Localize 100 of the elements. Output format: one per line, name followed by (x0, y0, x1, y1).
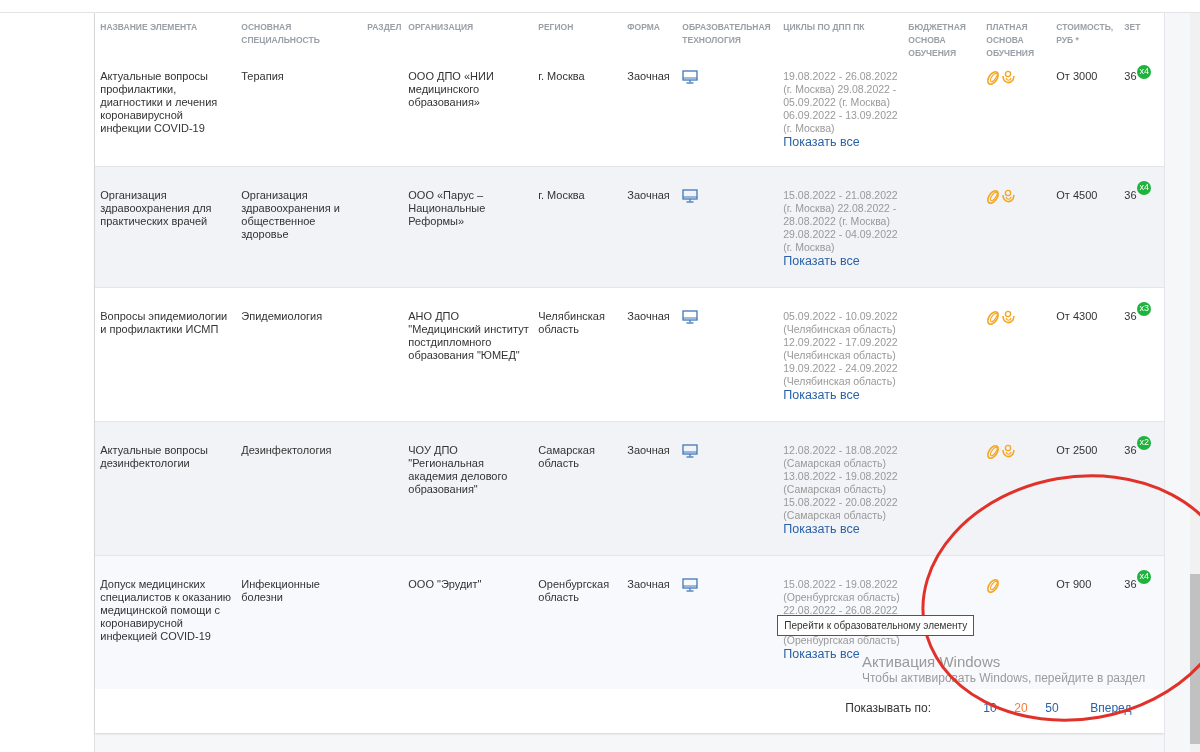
cycle-dates: 29.08.2022 - 04.09.2022 (783, 228, 898, 241)
hand-coin-icon (1001, 444, 1016, 460)
table-cell: Эпидемиология (241, 310, 323, 322)
table-cell: ООО ДПО «НИИ медицинского образования» (408, 70, 494, 108)
scrollbar[interactable] (1190, 13, 1200, 752)
cycle-dates: (Оренбургская область) (783, 591, 900, 604)
table-cell: ООО «Парус – Национальные Реформы» (408, 189, 486, 227)
table-cell: Заочная (627, 310, 670, 322)
table-cell: 36 (1124, 310, 1137, 322)
count-badge: x4 (1137, 181, 1152, 195)
table-cell: ЧОУ ДПО "Региональная академия делового образования" (408, 444, 508, 495)
show-all-link[interactable]: Показать все (783, 388, 860, 403)
show-all-link[interactable]: Показать все (783, 522, 860, 537)
table-row[interactable] (95, 287, 1165, 421)
cycle-dates: 13.08.2022 - 19.08.2022 (783, 470, 898, 483)
table-cell: Актуальные вопросы профилактики, диагностики и лечения коронавирусной инфекции COVID-19 (100, 70, 218, 134)
cycle-dates: (Челябинская область) (783, 375, 896, 388)
tooltip: Перейти к образовательному элементу (777, 615, 975, 636)
show-all-link[interactable]: Показать все (783, 254, 860, 269)
column-header: ЦИКЛЫ ПО ДПП ПК (783, 21, 866, 34)
cycle-dates: 15.08.2022 - 19.08.2022 (783, 578, 898, 591)
column-header: ПЛАТНАЯ ОСНОВА ОБУЧЕНИЯ (986, 21, 1036, 60)
show-all-link[interactable]: Показать все (783, 135, 860, 150)
cycle-dates: (Оренбургская область) (783, 634, 900, 647)
hand-coin-icon (1001, 70, 1016, 86)
table-cell: Оренбургская область (538, 578, 610, 603)
table-cell: Инфекционные болезни (241, 578, 320, 603)
column-header: РЕГИОН (538, 21, 575, 34)
table-row[interactable] (95, 166, 1165, 287)
coin-icon (986, 189, 1001, 205)
table-cell: От 4300 (1056, 310, 1098, 322)
cycle-dates: 06.09.2022 - 13.09.2022 (783, 109, 898, 122)
column-header: ФОРМА (627, 21, 661, 34)
table-cell: 36 (1124, 578, 1137, 590)
table-cell: Актуальные вопросы дезинфектологии (100, 444, 208, 469)
page-size-label: Показывать по: (845, 701, 932, 715)
monitor-icon (682, 70, 699, 84)
table-cell: Вопросы эпидемиологии и профилактики ИСМП (100, 310, 228, 335)
table-cell: От 900 (1056, 578, 1092, 590)
table-cell: ООО "Эрудит" (408, 578, 482, 590)
cycle-dates: (Самарская область) (783, 509, 887, 522)
column-header: ОБРАЗОВАТЕЛЬНАЯ ТЕХНОЛОГИЯ (682, 21, 772, 47)
count-badge: x2 (1137, 436, 1152, 450)
table-cell: Заочная (627, 70, 670, 82)
monitor-icon (682, 189, 699, 203)
table-cell: Организация здравоохранения для практических врачей (100, 189, 212, 227)
hand-coin-icon (1001, 310, 1016, 326)
table-cell: 36 (1124, 189, 1137, 201)
show-all-link[interactable]: Показать все (783, 647, 860, 662)
cycle-dates: (Самарская область) (783, 457, 887, 470)
column-header: БЮДЖЕТНАЯ ОСНОВА ОБУЧЕНИЯ (908, 21, 967, 60)
cycle-dates: (г. Москва) (783, 122, 835, 135)
cycle-dates: 19.09.2022 - 24.09.2022 (783, 362, 898, 375)
count-badge: x4 (1137, 570, 1152, 584)
cycle-dates: 05.09.2022 (г. Москва) (783, 96, 890, 109)
hand-coin-icon (1001, 189, 1016, 205)
table-cell: АНО ДПО "Медицинский институт постдипломного образования "ЮМЕД" (408, 310, 529, 361)
cycle-dates: 28.08.2022 (г. Москва) (783, 215, 890, 228)
coin-icon (986, 578, 1001, 594)
column-header: РАЗДЕЛ (367, 21, 403, 34)
cycle-dates: 05.09.2022 - 10.09.2022 (783, 310, 898, 323)
cycle-dates: (Челябинская область) (783, 323, 896, 336)
table-cell: Допуск медицинских специалистов к оказанию медицинской помощи с коронавирусной инфекцией COVID-19 (100, 578, 232, 642)
count-badge: x4 (1137, 65, 1152, 79)
monitor-icon (682, 444, 699, 458)
coin-icon (986, 310, 1001, 326)
column-header: НАЗВАНИЕ ЭЛЕМЕНТА (100, 21, 199, 34)
activation-title: Активация Windows (862, 653, 1002, 671)
coin-icon (986, 70, 1001, 86)
coin-icon (986, 444, 1001, 460)
column-header: ОСНОВНАЯ СПЕЦИАЛЬНОСТЬ (241, 21, 321, 47)
cycle-dates: (Самарская область) (783, 483, 887, 496)
table-cell: Заочная (627, 189, 670, 201)
cycle-dates: 22.08.2022 - 26.08.2022 (783, 604, 898, 617)
table-cell: От 3000 (1056, 70, 1098, 82)
monitor-icon (682, 310, 699, 324)
table-cell: От 2500 (1056, 444, 1098, 456)
table-cell: От 4500 (1056, 189, 1098, 201)
cycle-dates: 19.08.2022 - 26.08.2022 (783, 70, 898, 83)
column-header: ОРГАНИЗАЦИЯ (408, 21, 475, 34)
count-badge: x3 (1137, 302, 1152, 316)
table-cell: Терапия (241, 70, 284, 82)
table-cell: Дезинфектология (241, 444, 332, 456)
column-header: СТОИМОСТЬ, РУБ * (1056, 21, 1115, 47)
table-cell: Заочная (627, 444, 670, 456)
cycle-dates: 15.08.2022 - 20.08.2022 (783, 496, 898, 509)
table-cell: г. Москва (538, 70, 585, 82)
cycle-dates: (г. Москва) (783, 241, 835, 254)
table-cell: 36 (1124, 444, 1137, 456)
cycle-dates: (г. Москва) 29.08.2022 - (783, 83, 897, 96)
table-cell: Заочная (627, 578, 670, 590)
table-row[interactable] (95, 65, 1165, 166)
table-cell: г. Москва (538, 189, 585, 201)
table-row[interactable] (95, 421, 1165, 555)
cycle-dates: 12.08.2022 - 18.08.2022 (783, 444, 898, 457)
table-row[interactable] (95, 555, 1165, 689)
page-size-link[interactable]: 50 (1045, 701, 1077, 715)
cycle-dates: (Челябинская область) (783, 349, 896, 362)
column-header: ЗЕТ (1124, 21, 1142, 34)
cycle-dates: 15.08.2022 - 21.08.2022 (783, 189, 898, 202)
